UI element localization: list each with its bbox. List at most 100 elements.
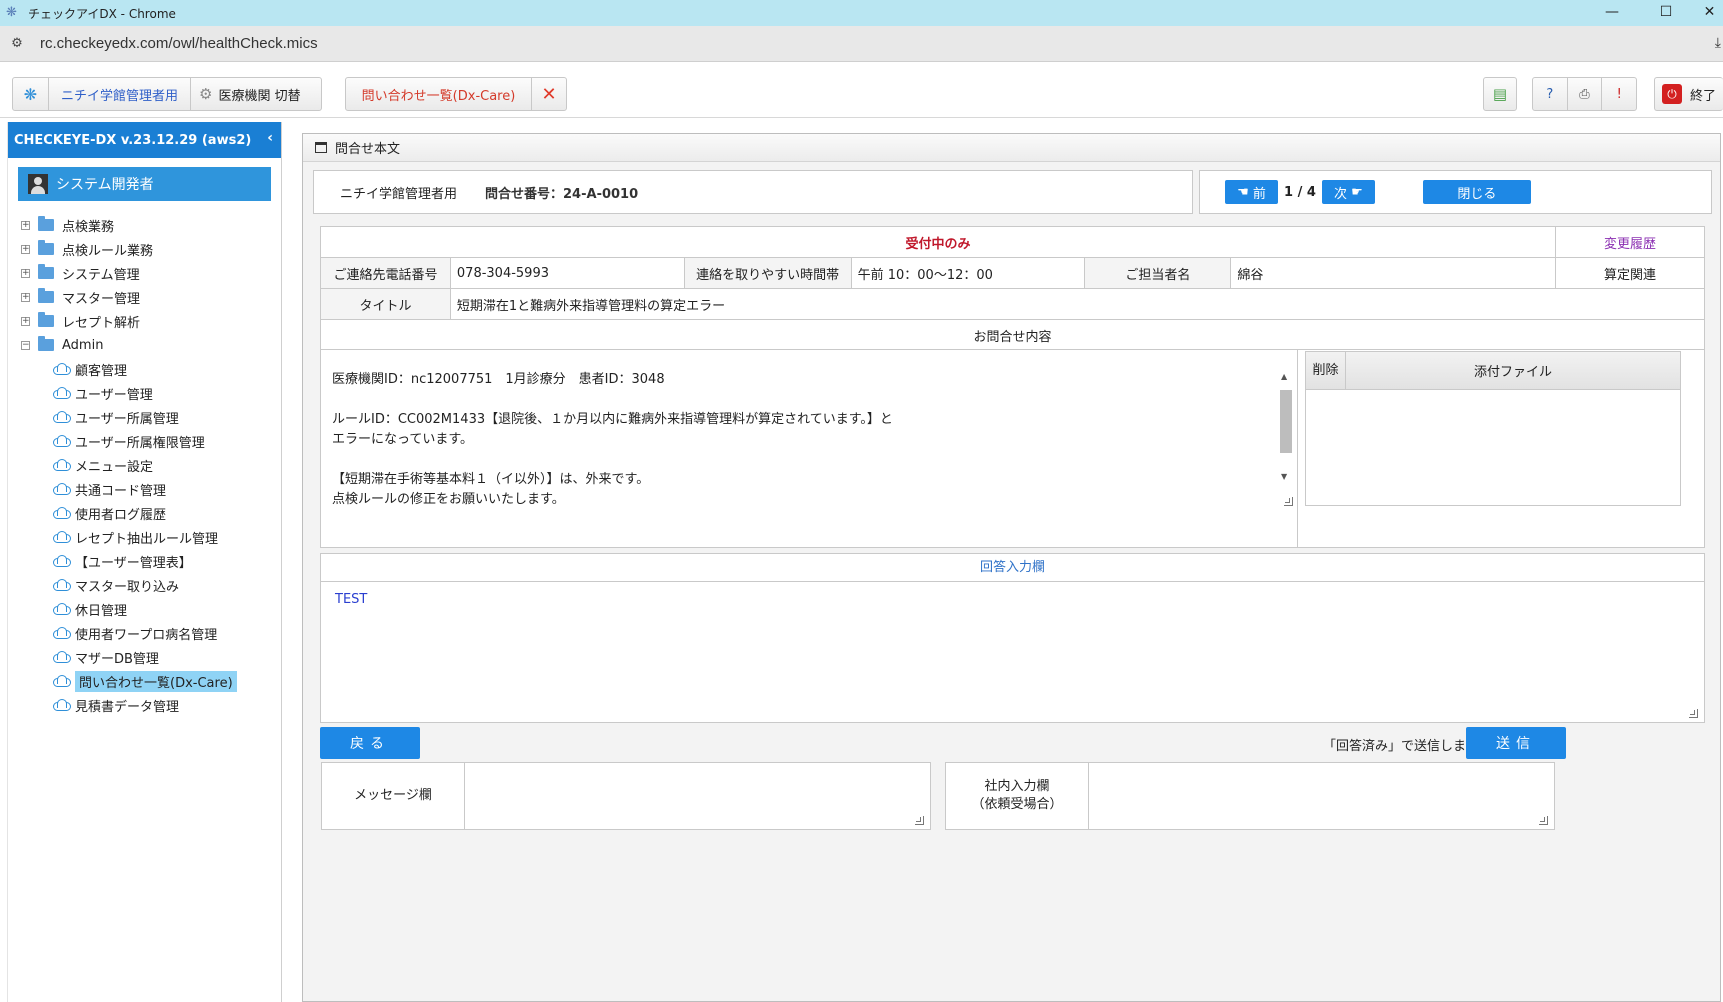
- current-user-button[interactable]: ニチイ学館管理者用: [49, 78, 191, 110]
- sidebar-item-holidays[interactable]: 休日管理: [51, 598, 127, 620]
- item-label: マザーDB管理: [75, 651, 159, 667]
- browser-title-bar: ❋ チェックアイDX - Chrome — ☐ ✕: [0, 0, 1723, 26]
- item-label: 使用者ワープロ病名管理: [75, 627, 218, 643]
- prev-button[interactable]: ☚ 前: [1225, 180, 1278, 204]
- expand-icon[interactable]: +: [21, 220, 30, 230]
- sidebar-item-receipt-rules[interactable]: レセプト抽出ルール管理: [51, 526, 218, 548]
- resize-handle-icon[interactable]: [1689, 709, 1698, 718]
- sidebar-item-affiliation-rights[interactable]: ユーザー所属権限管理: [51, 430, 205, 452]
- content-label: お問合せ内容: [320, 319, 1705, 351]
- sidebar-item-mother-db[interactable]: マザーDB管理: [51, 646, 159, 668]
- send-button[interactable]: 送信: [1466, 727, 1566, 759]
- resize-handle-icon[interactable]: [915, 816, 924, 825]
- exit-button[interactable]: ⏻ 終了: [1654, 77, 1723, 111]
- alert-icon[interactable]: !: [1602, 78, 1636, 110]
- sidebar-item-user-table[interactable]: 【ユーザー管理表】: [51, 550, 192, 572]
- active-tab-label[interactable]: 問い合わせ一覧(Dx-Care): [346, 78, 532, 110]
- switch-institution-button[interactable]: ⚙ 医療機関 切替: [191, 78, 321, 110]
- inquiry-line: エラーになっています。: [332, 432, 474, 447]
- back-label: 戻る: [350, 736, 390, 752]
- expand-icon[interactable]: +: [21, 268, 30, 278]
- inquiry-info-box: ニチイ学館管理者用 問合せ番号：24-A-0010: [313, 170, 1193, 214]
- resize-handle-icon[interactable]: [1284, 497, 1293, 506]
- internal-box: 社内入力欄 （依頼受場合）: [945, 762, 1555, 830]
- org-switch-group: ❋ ニチイ学館管理者用 ⚙ 医療機関 切替: [12, 77, 322, 111]
- internal-label-line1: 社内入力欄: [984, 779, 1050, 794]
- tree-folder-inspection[interactable]: + 点検業務: [21, 214, 114, 236]
- inquiry-scrollbar[interactable]: ▲ ▼: [1279, 372, 1293, 506]
- sidebar-item-disease-names[interactable]: 使用者ワープロ病名管理: [51, 622, 217, 644]
- sidebar-item-estimates[interactable]: 見積書データ管理: [51, 694, 179, 716]
- print-icon[interactable]: ⎙: [1568, 78, 1603, 110]
- reply-textarea[interactable]: TEST: [320, 582, 1705, 723]
- divider: [1297, 350, 1298, 547]
- next-button[interactable]: 次 ☛: [1321, 180, 1375, 204]
- sidebar-item-users[interactable]: ユーザー管理: [51, 382, 153, 404]
- scroll-down-icon[interactable]: ▼: [1281, 472, 1287, 481]
- item-label: 見積書データ管理: [75, 699, 180, 715]
- cloud-icon: [51, 363, 71, 375]
- prev-hand-icon: ☚: [1237, 184, 1249, 200]
- scroll-thumb[interactable]: [1280, 390, 1292, 453]
- tree-folder-rules[interactable]: + 点検ルール業務: [21, 238, 153, 260]
- expand-icon[interactable]: +: [21, 316, 30, 326]
- panel-title: 問合せ本文: [335, 142, 401, 157]
- current-user-box[interactable]: システム開発者: [18, 167, 271, 201]
- folder-open-icon: [38, 336, 54, 351]
- sidebar-item-inquiries[interactable]: 問い合わせ一覧(Dx-Care): [51, 670, 237, 692]
- folder-label: 点検ルール業務: [62, 243, 154, 259]
- switch-institution-label: 医療機関 切替: [218, 88, 301, 104]
- maximize-icon[interactable]: ☐: [1643, 0, 1689, 26]
- change-history-link[interactable]: 変更履歴: [1555, 226, 1705, 258]
- back-button[interactable]: 戻る: [320, 727, 420, 759]
- cloud-icon: [51, 675, 71, 687]
- collapse-sidebar-icon[interactable]: ‹: [267, 130, 273, 146]
- power-icon: ⏻: [1662, 84, 1682, 104]
- scroll-up-icon[interactable]: ▲: [1281, 372, 1287, 381]
- sidebar-item-customers[interactable]: 顧客管理: [51, 358, 127, 380]
- sidebar-item-user-affiliation[interactable]: ユーザー所属管理: [51, 406, 179, 428]
- tree-folder-system[interactable]: + システム管理: [21, 262, 140, 284]
- close-window-icon[interactable]: ✕: [1696, 0, 1723, 26]
- collapse-icon[interactable]: −: [21, 340, 30, 350]
- page-indicator: 1 / 4: [1284, 184, 1316, 200]
- expand-icon[interactable]: +: [21, 292, 30, 302]
- site-settings-icon[interactable]: ⚙: [8, 35, 26, 53]
- resize-handle-icon[interactable]: [1539, 816, 1548, 825]
- exit-label: 終了: [1690, 88, 1717, 104]
- cloud-icon: [51, 555, 71, 567]
- install-app-icon[interactable]: ⤓: [1715, 35, 1721, 51]
- tree-folder-admin[interactable]: − Admin: [21, 334, 103, 356]
- next-label: 次: [1334, 186, 1348, 202]
- tree-folder-master[interactable]: + マスター管理: [21, 286, 140, 308]
- inquiry-line: 【短期滞在手術等基本料１（イ以外）】は、外来です。: [332, 472, 650, 487]
- cloud-icon: [51, 651, 71, 663]
- close-tab-icon[interactable]: ✕: [532, 78, 566, 110]
- sidebar-item-master-import[interactable]: マスター取り込み: [51, 574, 179, 596]
- tree-folder-receipt[interactable]: + レセプト解析: [21, 310, 140, 332]
- category-value: 算定関連: [1555, 257, 1705, 289]
- expand-icon[interactable]: +: [21, 244, 30, 254]
- folder-label: Admin: [62, 337, 104, 353]
- internal-field[interactable]: [1089, 763, 1554, 829]
- avatar-icon: [28, 174, 48, 194]
- sidebar-item-user-log[interactable]: 使用者ログ履歴: [51, 502, 166, 524]
- url-field[interactable]: rc.checkeyedx.com/owl/healthCheck.mics: [40, 35, 318, 52]
- close-button[interactable]: 閉じる: [1422, 180, 1531, 204]
- item-label: 【ユーザー管理表】: [75, 555, 192, 571]
- message-field[interactable]: [465, 763, 930, 829]
- inquiry-content-text: 医療機関ID：nc12007751 1月診療分 患者ID：3048 ルールID：…: [332, 370, 1212, 510]
- inquiry-line: 点検ルールの修正をお願いいたします。: [332, 492, 565, 507]
- help-icon[interactable]: ?: [1533, 78, 1568, 110]
- sidebar-item-common-codes[interactable]: 共通コード管理: [51, 478, 166, 500]
- minimize-icon[interactable]: —: [1589, 0, 1635, 26]
- org-name: ニチイ学館管理者用: [340, 186, 458, 202]
- sidebar-item-menu-settings[interactable]: メニュー設定: [51, 454, 153, 476]
- layout-icon[interactable]: ▤: [1483, 77, 1517, 111]
- internal-label: 社内入力欄 （依頼受場合）: [946, 763, 1089, 829]
- cloud-icon: [51, 531, 71, 543]
- person-value: 綿谷: [1230, 257, 1557, 289]
- cloud-icon: [51, 603, 71, 615]
- folder-icon: [38, 288, 54, 303]
- app-home-icon[interactable]: ❋: [13, 78, 49, 110]
